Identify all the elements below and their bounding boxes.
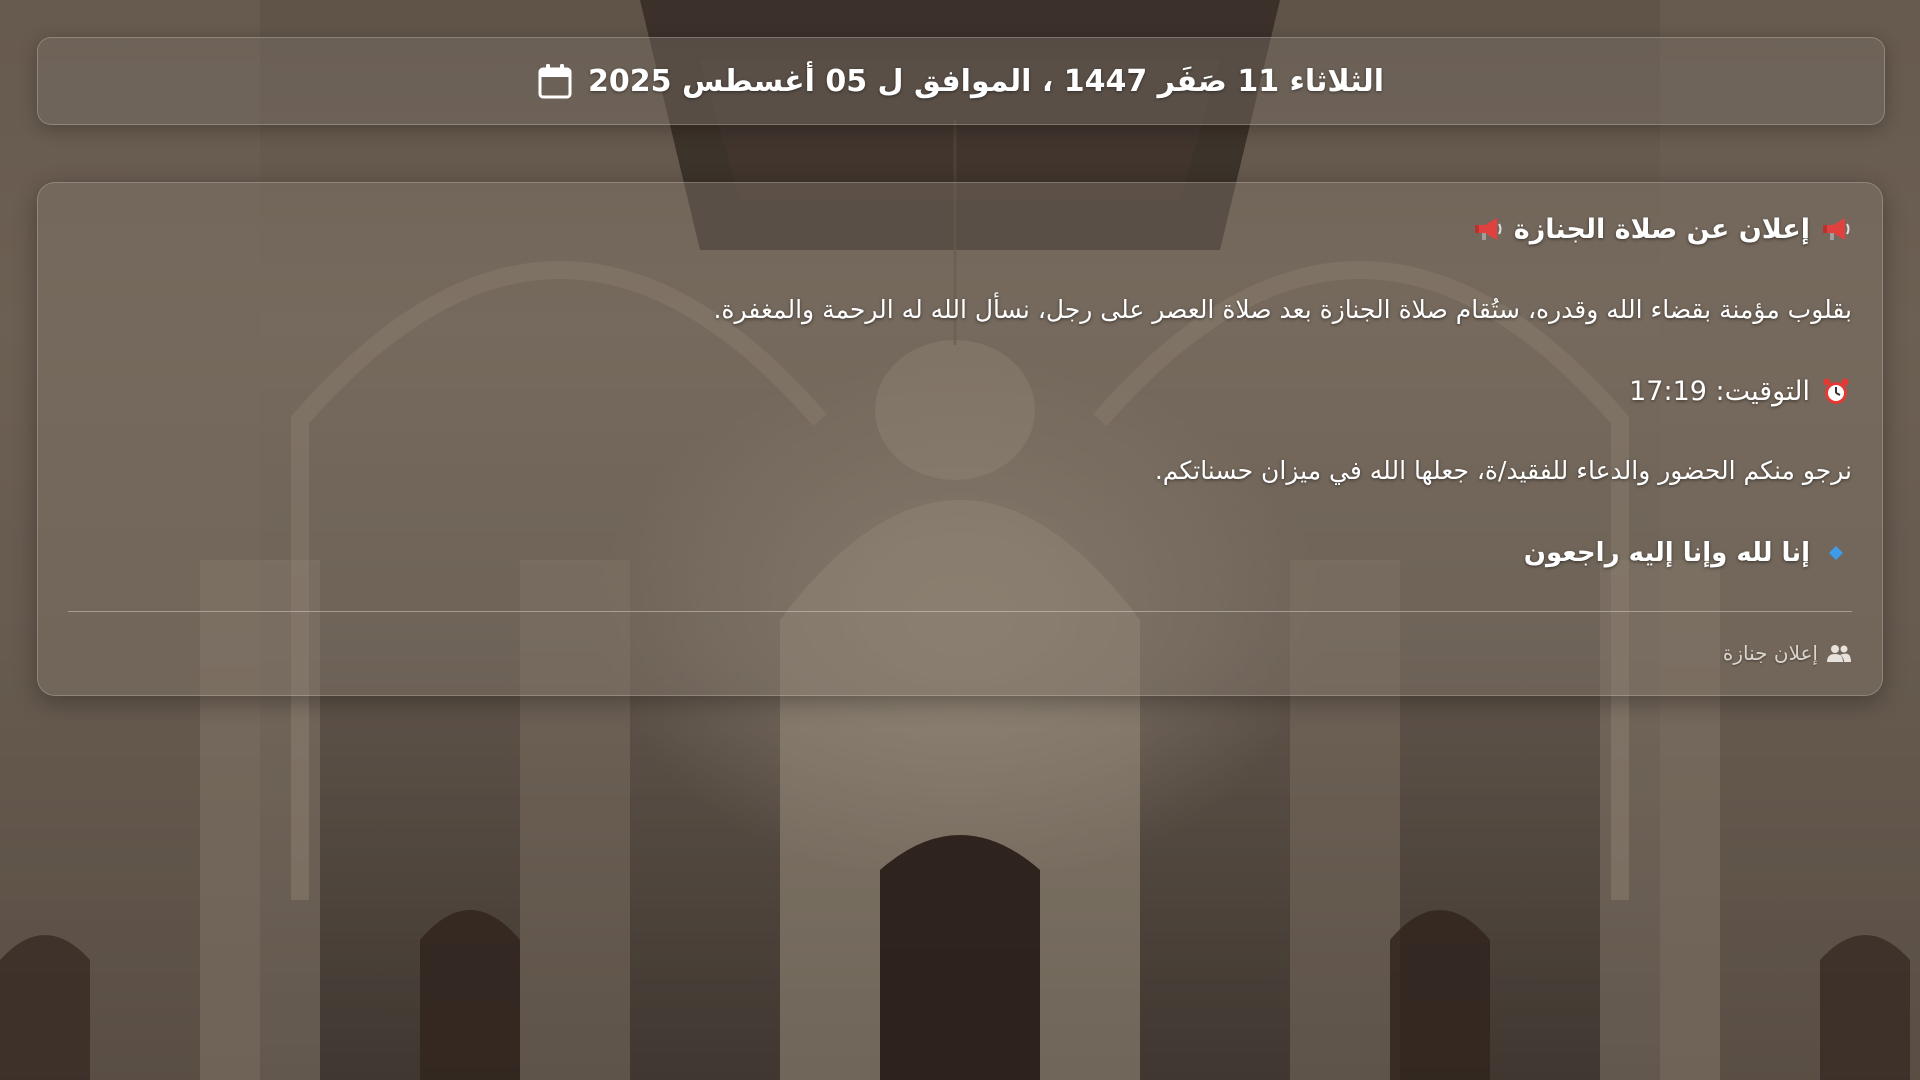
date-text: الثلاثاء 11 صَفَر 1447 ، الموافق ل 05 أغ… [588,63,1384,99]
announcement-time: التوقيت: 17:19 [1629,375,1810,407]
announcement-verse: إنا لله وإنا إليه راجعون [1523,538,1810,568]
megaphone-icon-secondary [1472,213,1504,245]
announcement-verse-row: إنا لله وإنا إليه راجعون [1524,537,1852,569]
calendar-icon [538,63,572,99]
date-header: الثلاثاء 11 صَفَر 1447 ، الموافق ل 05 أغ… [37,37,1885,125]
announcement-footer: إعلان جنازة [1723,641,1852,665]
alarm-clock-icon [1820,375,1852,407]
announcement-title-row: إعلان عن صلاة الجنازة [1472,213,1852,245]
announcement-title: إعلان عن صلاة الجنازة [1513,213,1810,245]
card-divider [68,611,1852,612]
announcement-body: بقلوب مؤمنة بقضاء الله وقدره، ستُقام صلا… [713,295,1852,324]
blue-diamond-icon [1820,537,1852,569]
megaphone-icon [1820,213,1852,245]
announcement-time-row: التوقيت: 17:19 [1629,375,1852,407]
footer-label: إعلان جنازة [1722,641,1818,665]
announcement-invite: نرجو منكم الحضور والدعاء للفقيد/ة، جعلها… [1154,456,1852,485]
funeral-announcement-card: إعلان عن صلاة الجنازة بقلوب مؤمنة بقضاء … [37,182,1883,696]
people-icon [1826,643,1852,663]
